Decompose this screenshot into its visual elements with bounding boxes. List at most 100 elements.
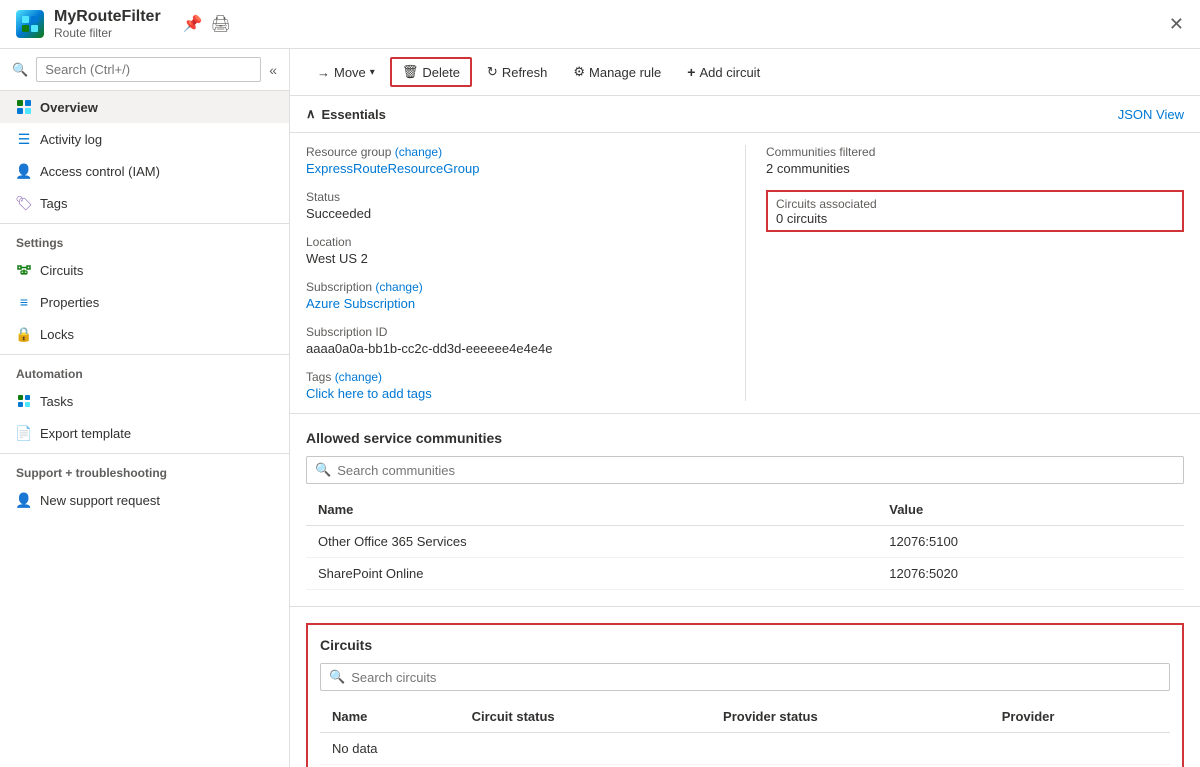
support-section-header: Support + troubleshooting (0, 453, 289, 484)
location-field: Location West US 2 (306, 235, 725, 266)
sidebar-item-access-control[interactable]: 👤 Access control (IAM) (0, 155, 289, 187)
sidebar-item-circuits[interactable]: Circuits (0, 254, 289, 286)
delete-icon: 🗑 (402, 64, 419, 80)
location-value: West US 2 (306, 251, 725, 266)
circuits-col-circuit-status: Circuit status (460, 701, 711, 733)
subscription-change-link[interactable]: (change) (375, 280, 422, 294)
essentials-right: Communities filtered 2 communities Circu… (745, 145, 1184, 401)
essentials-chevron-icon: ∧ (306, 106, 316, 122)
move-label: Move (334, 65, 366, 80)
access-control-label: Access control (IAM) (40, 164, 160, 179)
community-name-cell: Other Office 365 Services (306, 526, 877, 558)
sidebar-collapse-button[interactable]: « (269, 62, 277, 78)
circuits-associated-value: 0 circuits (776, 211, 827, 226)
add-circuit-button[interactable]: + Add circuit (676, 58, 771, 86)
circuits-label: Circuits (40, 263, 83, 278)
resource-name: MyRouteFilter (54, 8, 161, 26)
new-support-label: New support request (40, 493, 160, 508)
tasks-label: Tasks (40, 394, 73, 409)
delete-button[interactable]: 🗑 Delete (390, 57, 472, 87)
manage-rule-icon: ⚙ (573, 64, 585, 80)
print-icon[interactable]: 🖨 (211, 14, 231, 34)
activity-log-label: Activity log (40, 132, 102, 147)
locks-label: Locks (40, 327, 74, 342)
manage-rule-button[interactable]: ⚙ Manage rule (562, 58, 672, 86)
content-area: → Move ▾ 🗑 Delete ↻ Refresh ⚙ Manage rul… (290, 49, 1200, 767)
circuits-no-data-row: No data (320, 733, 1170, 765)
communities-filtered-value: 2 communities (766, 161, 1184, 176)
sidebar-item-locks[interactable]: 🔒 Locks (0, 318, 289, 350)
properties-icon: ≡ (16, 294, 32, 310)
communities-table: Name Value Other Office 365 Services1207… (306, 494, 1184, 590)
communities-search-icon: 🔍 (315, 462, 331, 478)
tasks-icon (16, 393, 32, 409)
circuits-no-data-cell: No data (320, 733, 1170, 765)
subscription-id-value: aaaa0a0a-bb1b-cc2c-dd3d-eeeeee4e4e4e (306, 341, 725, 356)
status-value: Succeeded (306, 206, 725, 221)
community-value-cell: 12076:5020 (877, 558, 1184, 590)
add-circuit-icon: + (687, 64, 695, 80)
communities-col-name: Name (306, 494, 877, 526)
close-button[interactable]: ✕ (1169, 14, 1184, 35)
community-value-cell: 12076:5100 (877, 526, 1184, 558)
essentials-header: ∧ Essentials JSON View (290, 96, 1200, 133)
locks-icon: 🔒 (16, 326, 32, 342)
title-actions: 📌 🖨 (183, 14, 231, 34)
pin-icon[interactable]: 📌 (183, 14, 203, 34)
move-button[interactable]: → Move ▾ (306, 59, 386, 86)
refresh-icon: ↻ (487, 64, 498, 80)
communities-filtered-label: Communities filtered (766, 145, 1184, 159)
sidebar-item-overview[interactable]: Overview (0, 91, 289, 123)
status-label: Status (306, 190, 725, 204)
subscription-id-field: Subscription ID aaaa0a0a-bb1b-cc2c-dd3d-… (306, 325, 725, 356)
communities-col-value: Value (877, 494, 1184, 526)
sidebar-item-properties[interactable]: ≡ Properties (0, 286, 289, 318)
sidebar-item-new-support[interactable]: 👤 New support request (0, 484, 289, 516)
essentials-left: Resource group (change) ExpressRouteReso… (306, 145, 745, 401)
communities-search-box: 🔍 (306, 456, 1184, 484)
resource-group-label: Resource group (change) (306, 145, 725, 159)
sidebar-item-tags[interactable]: 🏷 Tags (0, 187, 289, 219)
communities-table-row: Other Office 365 Services12076:5100 (306, 526, 1184, 558)
subscription-id-label: Subscription ID (306, 325, 725, 339)
tags-label: Tags (change) (306, 370, 725, 384)
resource-group-change-link[interactable]: (change) (395, 145, 442, 159)
json-view-link[interactable]: JSON View (1118, 107, 1184, 122)
circuits-table: Name Circuit status Provider status Prov… (320, 701, 1170, 765)
overview-icon (16, 99, 32, 115)
refresh-button[interactable]: ↻ Refresh (476, 58, 558, 86)
title-text: MyRouteFilter Route filter (54, 8, 161, 40)
toolbar: → Move ▾ 🗑 Delete ↻ Refresh ⚙ Manage rul… (290, 49, 1200, 96)
resource-group-field: Resource group (change) ExpressRouteReso… (306, 145, 725, 176)
tags-change-link[interactable]: (change) (335, 370, 382, 384)
communities-search-input[interactable] (337, 463, 1175, 478)
manage-rule-label: Manage rule (589, 65, 661, 80)
essentials-grid: Resource group (change) ExpressRouteReso… (290, 133, 1200, 414)
search-input[interactable] (36, 57, 261, 82)
new-support-icon: 👤 (16, 492, 32, 508)
activity-log-icon: ☰ (16, 131, 32, 147)
sidebar-item-activity-log[interactable]: ☰ Activity log (0, 123, 289, 155)
circuits-icon (16, 262, 32, 278)
circuits-search-input[interactable] (351, 670, 1161, 685)
settings-section-header: Settings (0, 223, 289, 254)
properties-label: Properties (40, 295, 99, 310)
move-icon: → (317, 65, 330, 80)
export-template-label: Export template (40, 426, 131, 441)
main-layout: 🔍 « Overview ☰ Activity log 👤 Access con… (0, 49, 1200, 767)
sidebar-item-export-template[interactable]: 📄 Export template (0, 417, 289, 449)
sidebar-search-icon: 🔍 (12, 62, 28, 78)
communities-filtered-field: Communities filtered 2 communities (766, 145, 1184, 176)
tags-value[interactable]: Click here to add tags (306, 386, 725, 401)
sidebar-item-tasks[interactable]: Tasks (0, 385, 289, 417)
tags-icon: 🏷 (16, 195, 32, 211)
move-chevron-icon: ▾ (370, 67, 375, 78)
circuits-section-title: Circuits (320, 637, 1170, 653)
export-template-icon: 📄 (16, 425, 32, 441)
subscription-value[interactable]: Azure Subscription (306, 296, 725, 311)
tags-label: Tags (40, 196, 67, 211)
resource-group-value[interactable]: ExpressRouteResourceGroup (306, 161, 725, 176)
circuits-col-provider: Provider (990, 701, 1170, 733)
automation-section-header: Automation (0, 354, 289, 385)
sidebar-search-bar: 🔍 « (0, 49, 289, 91)
